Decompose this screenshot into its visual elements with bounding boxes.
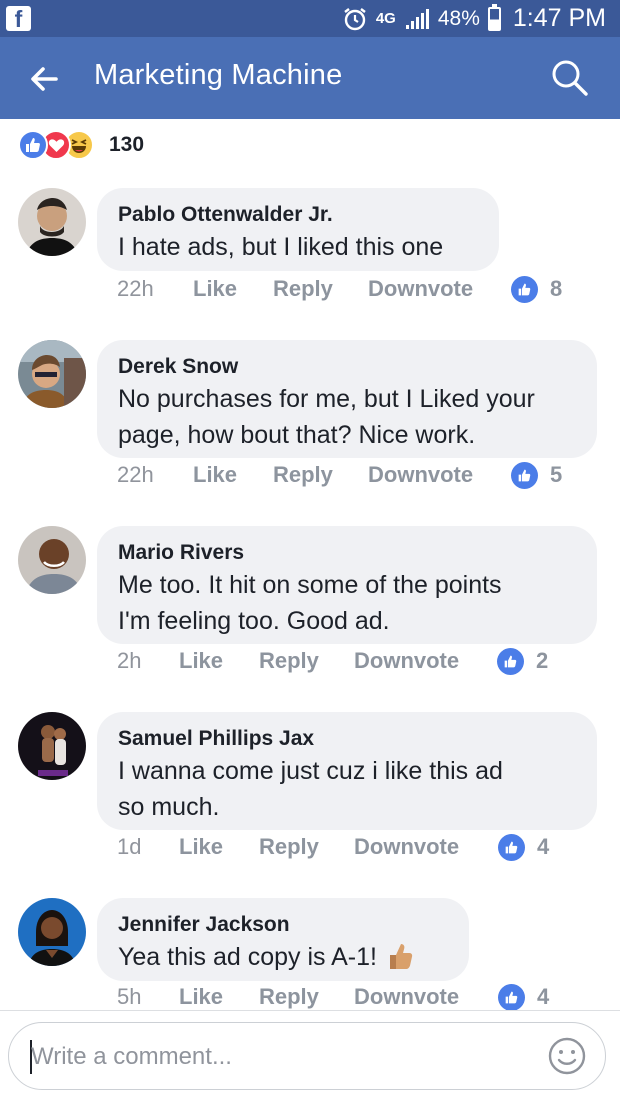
like-reaction-icon (18, 130, 48, 160)
comment-input[interactable]: Write a comment... (8, 1022, 606, 1090)
comment-text: Me too. It hit on some of the points (118, 571, 502, 599)
search-icon[interactable] (548, 57, 590, 99)
comment-input-placeholder: Write a comment... (31, 1043, 232, 1070)
comment-author[interactable]: Pablo Ottenwalder Jr. (118, 201, 477, 229)
like-count: 5 (550, 462, 563, 487)
composer-divider (0, 1010, 620, 1011)
like-link[interactable]: Like (193, 276, 237, 302)
battery-icon (487, 3, 501, 31)
comment-text: I wanna come just cuz i like this ad (118, 757, 503, 785)
like-link[interactable]: Like (179, 984, 223, 1010)
clock: 1:47 PM (512, 4, 606, 32)
like-count-icon[interactable] (497, 648, 524, 675)
downvote-link[interactable]: Downvote (354, 984, 459, 1010)
comment-text: I'm feeling too. Good ad. (118, 607, 390, 635)
downvote-link[interactable]: Downvote (354, 648, 459, 674)
reactions-summary[interactable]: 130 (18, 130, 144, 160)
avatar[interactable] (18, 898, 86, 966)
facebook-icon: f (6, 6, 31, 32)
like-count-icon[interactable] (498, 984, 525, 1011)
alarm-icon (342, 6, 368, 32)
battery-percent: 48% (437, 6, 480, 30)
smiley-icon[interactable] (547, 1036, 587, 1076)
like-link[interactable]: Like (179, 834, 223, 860)
avatar[interactable] (18, 340, 86, 408)
comment-bubble[interactable]: Derek Snow No purchases for me, but I Li… (97, 340, 597, 458)
avatar[interactable] (18, 188, 86, 256)
avatar[interactable] (18, 526, 86, 594)
reply-link[interactable]: Reply (259, 984, 319, 1010)
like-count-icon[interactable] (511, 462, 538, 489)
comment-text: No purchases for me, but I Liked your (118, 385, 535, 413)
like-count-icon[interactable] (511, 276, 538, 303)
like-link[interactable]: Like (179, 648, 223, 674)
comment-bubble[interactable]: Mario Rivers Me too. It hit on some of t… (97, 526, 597, 644)
comment-bubble[interactable]: Samuel Phillips Jax I wanna come just cu… (97, 712, 597, 830)
downvote-link[interactable]: Downvote (354, 834, 459, 860)
reply-link[interactable]: Reply (273, 462, 333, 488)
comment-text: so much. (118, 793, 220, 821)
comment-time[interactable]: 5h (117, 984, 141, 1010)
arrow-left-icon[interactable] (28, 63, 60, 95)
comment-author[interactable]: Mario Rivers (118, 539, 575, 567)
reaction-count: 130 (109, 133, 145, 156)
like-count-icon[interactable] (498, 834, 525, 861)
downvote-link[interactable]: Downvote (368, 276, 473, 302)
like-link[interactable]: Like (193, 462, 237, 488)
comment-bubble[interactable]: Pablo Ottenwalder Jr. I hate ads, but I … (97, 188, 499, 271)
comment-text: page, how bout that? Nice work. (118, 421, 476, 449)
avatar[interactable] (18, 712, 86, 780)
comment-text: I hate ads, but I liked this one (118, 233, 444, 261)
like-count: 2 (536, 648, 549, 673)
comment-text-line: Yea this ad copy is A-1! (118, 943, 377, 971)
comment-author[interactable]: Derek Snow (118, 353, 575, 381)
comment-bubble[interactable]: Jennifer Jackson Yea this ad copy is A-1… (97, 898, 469, 981)
thumbs-up-emoji-icon (389, 944, 413, 969)
app-bar: Marketing Machine (0, 37, 620, 119)
like-count: 4 (537, 984, 550, 1009)
comment-time[interactable]: 1d (117, 834, 141, 860)
reply-link[interactable]: Reply (259, 834, 319, 860)
comment-time[interactable]: 22h (117, 462, 154, 488)
reply-link[interactable]: Reply (259, 648, 319, 674)
comment-author[interactable]: Jennifer Jackson (118, 911, 447, 939)
page-title: Marketing Machine (94, 59, 343, 91)
status-bar: f 4G 48% 1:47 PM (0, 0, 620, 37)
downvote-link[interactable]: Downvote (368, 462, 473, 488)
reply-link[interactable]: Reply (273, 276, 333, 302)
comment-text: Yea this ad copy is A-1! (118, 939, 447, 975)
network-type: 4G (375, 9, 396, 27)
comment-author[interactable]: Samuel Phillips Jax (118, 725, 575, 753)
like-count: 4 (537, 834, 550, 859)
comment-time[interactable]: 22h (117, 276, 154, 302)
signal-icon (404, 7, 430, 31)
like-count: 8 (550, 276, 563, 301)
comment-time[interactable]: 2h (117, 648, 141, 674)
